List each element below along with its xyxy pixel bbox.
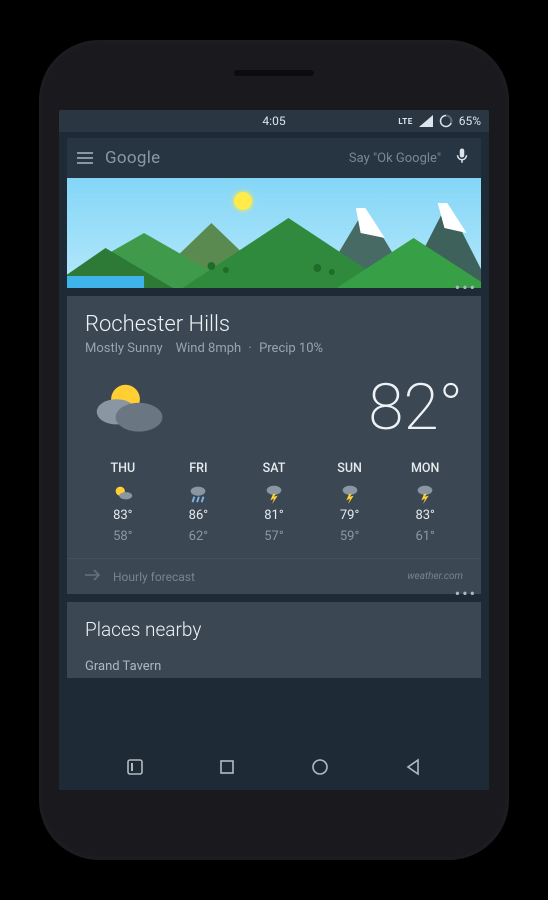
forecast-hi: 83° — [387, 508, 463, 523]
storm-icon — [263, 482, 285, 504]
nav-extra-button[interactable] — [126, 758, 144, 780]
forecast-day[interactable]: MON 83° 61° — [387, 461, 463, 544]
hourly-forecast-link[interactable]: Hourly forecast weather.com — [67, 558, 481, 594]
forecast-lo: 57° — [236, 529, 312, 544]
weather-subtitle: Mostly Sunny Wind 8mph · Precip 10% — [85, 341, 463, 356]
partly-cloudy-icon — [112, 482, 134, 504]
phone-screen: 4:05 LTE 65% Google Say "Ok Google" — [59, 110, 489, 790]
forecast-lo: 61° — [387, 529, 463, 544]
weather-temperature: 82° — [368, 370, 463, 445]
forecast-hi: 83° — [85, 508, 161, 523]
forecast-day[interactable]: SUN 79° 59° — [312, 461, 388, 544]
storm-icon — [339, 482, 361, 504]
back-button[interactable] — [404, 758, 422, 780]
search-bar[interactable]: Google Say "Ok Google" — [67, 138, 481, 178]
weather-attribution: weather.com — [407, 571, 463, 582]
forecast-day-name: SUN — [312, 461, 388, 476]
recents-button[interactable] — [218, 758, 236, 780]
forecast-hi: 79° — [312, 508, 388, 523]
forecast-day[interactable]: SAT 81° 57° — [236, 461, 312, 544]
weather-location: Rochester Hills — [85, 312, 463, 337]
status-bar: 4:05 LTE 65% — [59, 110, 489, 132]
weather-illustration — [67, 178, 481, 288]
weather-precip: Precip 10% — [259, 341, 323, 356]
forecast-row: THU 83° 58° FRI 86° 62° SAT 81° — [85, 455, 463, 558]
arrow-right-icon — [85, 569, 101, 584]
network-label: LTE — [398, 117, 412, 126]
navigation-bar — [59, 748, 489, 790]
forecast-day-name: THU — [85, 461, 161, 476]
battery-percent: 65% — [459, 114, 481, 128]
menu-icon[interactable] — [77, 152, 93, 164]
status-time: 4:05 — [262, 114, 285, 128]
forecast-day[interactable]: THU 83° 58° — [85, 461, 161, 544]
card-menu-icon[interactable]: ••• — [455, 278, 477, 297]
forecast-day[interactable]: FRI 86° 62° — [161, 461, 237, 544]
forecast-lo: 59° — [312, 529, 388, 544]
phone-speaker — [234, 70, 314, 76]
places-title: Places nearby — [85, 618, 463, 641]
weather-condition-icon — [85, 374, 175, 441]
weather-condition: Mostly Sunny — [85, 341, 163, 356]
places-card: ••• Places nearby Grand Tavern — [67, 602, 481, 678]
mic-icon[interactable] — [453, 147, 471, 169]
forecast-day-name: SAT — [236, 461, 312, 476]
home-button[interactable] — [310, 757, 330, 781]
card-menu-icon[interactable]: ••• — [455, 584, 477, 603]
storm-icon — [414, 482, 436, 504]
forecast-hi: 81° — [236, 508, 312, 523]
signal-icon — [419, 115, 433, 127]
weather-card: ••• Rochester Hills Mostly Sunny Wind 8m… — [67, 296, 481, 594]
forecast-day-name: FRI — [161, 461, 237, 476]
search-hint: Say "Ok Google" — [349, 151, 441, 166]
weather-wind: Wind 8mph — [176, 341, 242, 356]
google-logo: Google — [105, 148, 160, 168]
forecast-hi: 86° — [161, 508, 237, 523]
place-item[interactable]: Grand Tavern — [85, 659, 463, 674]
battery-icon — [439, 114, 453, 128]
forecast-lo: 58° — [85, 529, 161, 544]
phone-frame: 4:05 LTE 65% Google Say "Ok Google" — [39, 40, 509, 860]
rain-icon — [187, 482, 209, 504]
forecast-lo: 62° — [161, 529, 237, 544]
hourly-forecast-label: Hourly forecast — [113, 570, 195, 584]
forecast-day-name: MON — [387, 461, 463, 476]
